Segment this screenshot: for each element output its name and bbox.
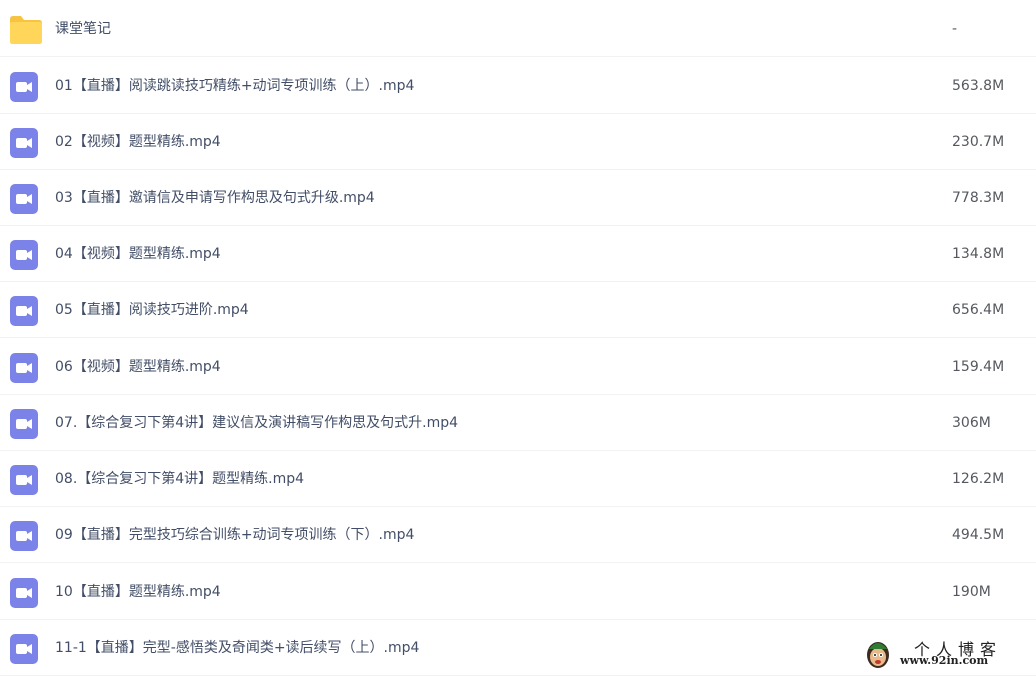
file-size: 190M	[952, 584, 991, 600]
file-name: 07.【综合复习下第4讲】建议信及演讲稿写作构思及句式升.mp4	[55, 415, 459, 431]
file-name: 01【直播】阅读跳读技巧精练+动词专项训练（上）.mp4	[55, 78, 415, 94]
file-size: 563.8M	[952, 78, 1005, 94]
file-row[interactable]: 01【直播】阅读跳读技巧精练+动词专项训练（上）.mp4 563.8M	[0, 58, 1036, 114]
file-name: 课堂笔记	[55, 21, 111, 37]
file-row[interactable]: 02【视频】题型精练.mp4 230.7M	[0, 114, 1036, 170]
file-name: 04【视频】题型精练.mp4	[55, 246, 221, 262]
file-size: 230.7M	[952, 134, 1005, 150]
file-row[interactable]: 08.【综合复习下第4讲】题型精练.mp4 126.2M	[0, 451, 1036, 507]
file-size: 656.4M	[952, 302, 1005, 318]
folder-icon	[10, 15, 42, 45]
file-name: 03【直播】邀请信及申请写作构思及句式升级.mp4	[55, 190, 375, 206]
file-row[interactable]: 09【直播】完型技巧综合训练+动词专项训练（下）.mp4 494.5M	[0, 507, 1036, 563]
file-row[interactable]: 05【直播】阅读技巧进阶.mp4 656.4M	[0, 282, 1036, 338]
video-file-icon	[10, 184, 38, 214]
file-row[interactable]: 03【直播】邀请信及申请写作构思及句式升级.mp4 778.3M	[0, 170, 1036, 226]
video-file-icon	[10, 578, 38, 608]
file-size: 306M	[952, 415, 991, 431]
file-name: 10【直播】题型精练.mp4	[55, 584, 221, 600]
file-size: 159.4M	[952, 359, 1005, 375]
video-file-icon	[10, 634, 38, 664]
watermark-url: www.92in.com	[900, 654, 989, 667]
file-row[interactable]: 10【直播】题型精练.mp4 190M	[0, 564, 1036, 620]
watermark: 个人博客 www.92in.com	[864, 636, 1030, 672]
video-file-icon	[10, 521, 38, 551]
mascot-face-icon	[866, 639, 890, 669]
video-file-icon	[10, 128, 38, 158]
file-name: 09【直播】完型技巧综合训练+动词专项训练（下）.mp4	[55, 527, 415, 543]
file-row[interactable]: 06【视频】题型精练.mp4 159.4M	[0, 339, 1036, 395]
video-file-icon	[10, 409, 38, 439]
video-file-icon	[10, 240, 38, 270]
video-file-icon	[10, 353, 38, 383]
video-file-icon	[10, 465, 38, 495]
video-file-icon	[10, 72, 38, 102]
file-row[interactable]: 07.【综合复习下第4讲】建议信及演讲稿写作构思及句式升.mp4 306M	[0, 395, 1036, 451]
file-size: -	[952, 21, 958, 37]
video-file-icon	[10, 296, 38, 326]
file-name: 05【直播】阅读技巧进阶.mp4	[55, 302, 249, 318]
folder-row-notes[interactable]: 课堂笔记 -	[0, 1, 1036, 57]
file-size: 134.8M	[952, 246, 1005, 262]
file-name: 02【视频】题型精练.mp4	[55, 134, 221, 150]
file-row[interactable]: 04【视频】题型精练.mp4 134.8M	[0, 226, 1036, 282]
file-name: 11-1【直播】完型-感悟类及奇闻类+读后续写（上）.mp4	[55, 640, 420, 656]
file-size: 126.2M	[952, 471, 1005, 487]
file-list: 课堂笔记 - 01【直播】阅读跳读技巧精练+动词专项训练（上）.mp4 563.…	[0, 0, 1036, 676]
file-name: 06【视频】题型精练.mp4	[55, 359, 221, 375]
file-size: 778.3M	[952, 190, 1005, 206]
file-size: 494.5M	[952, 527, 1005, 543]
file-name: 08.【综合复习下第4讲】题型精练.mp4	[55, 471, 305, 487]
